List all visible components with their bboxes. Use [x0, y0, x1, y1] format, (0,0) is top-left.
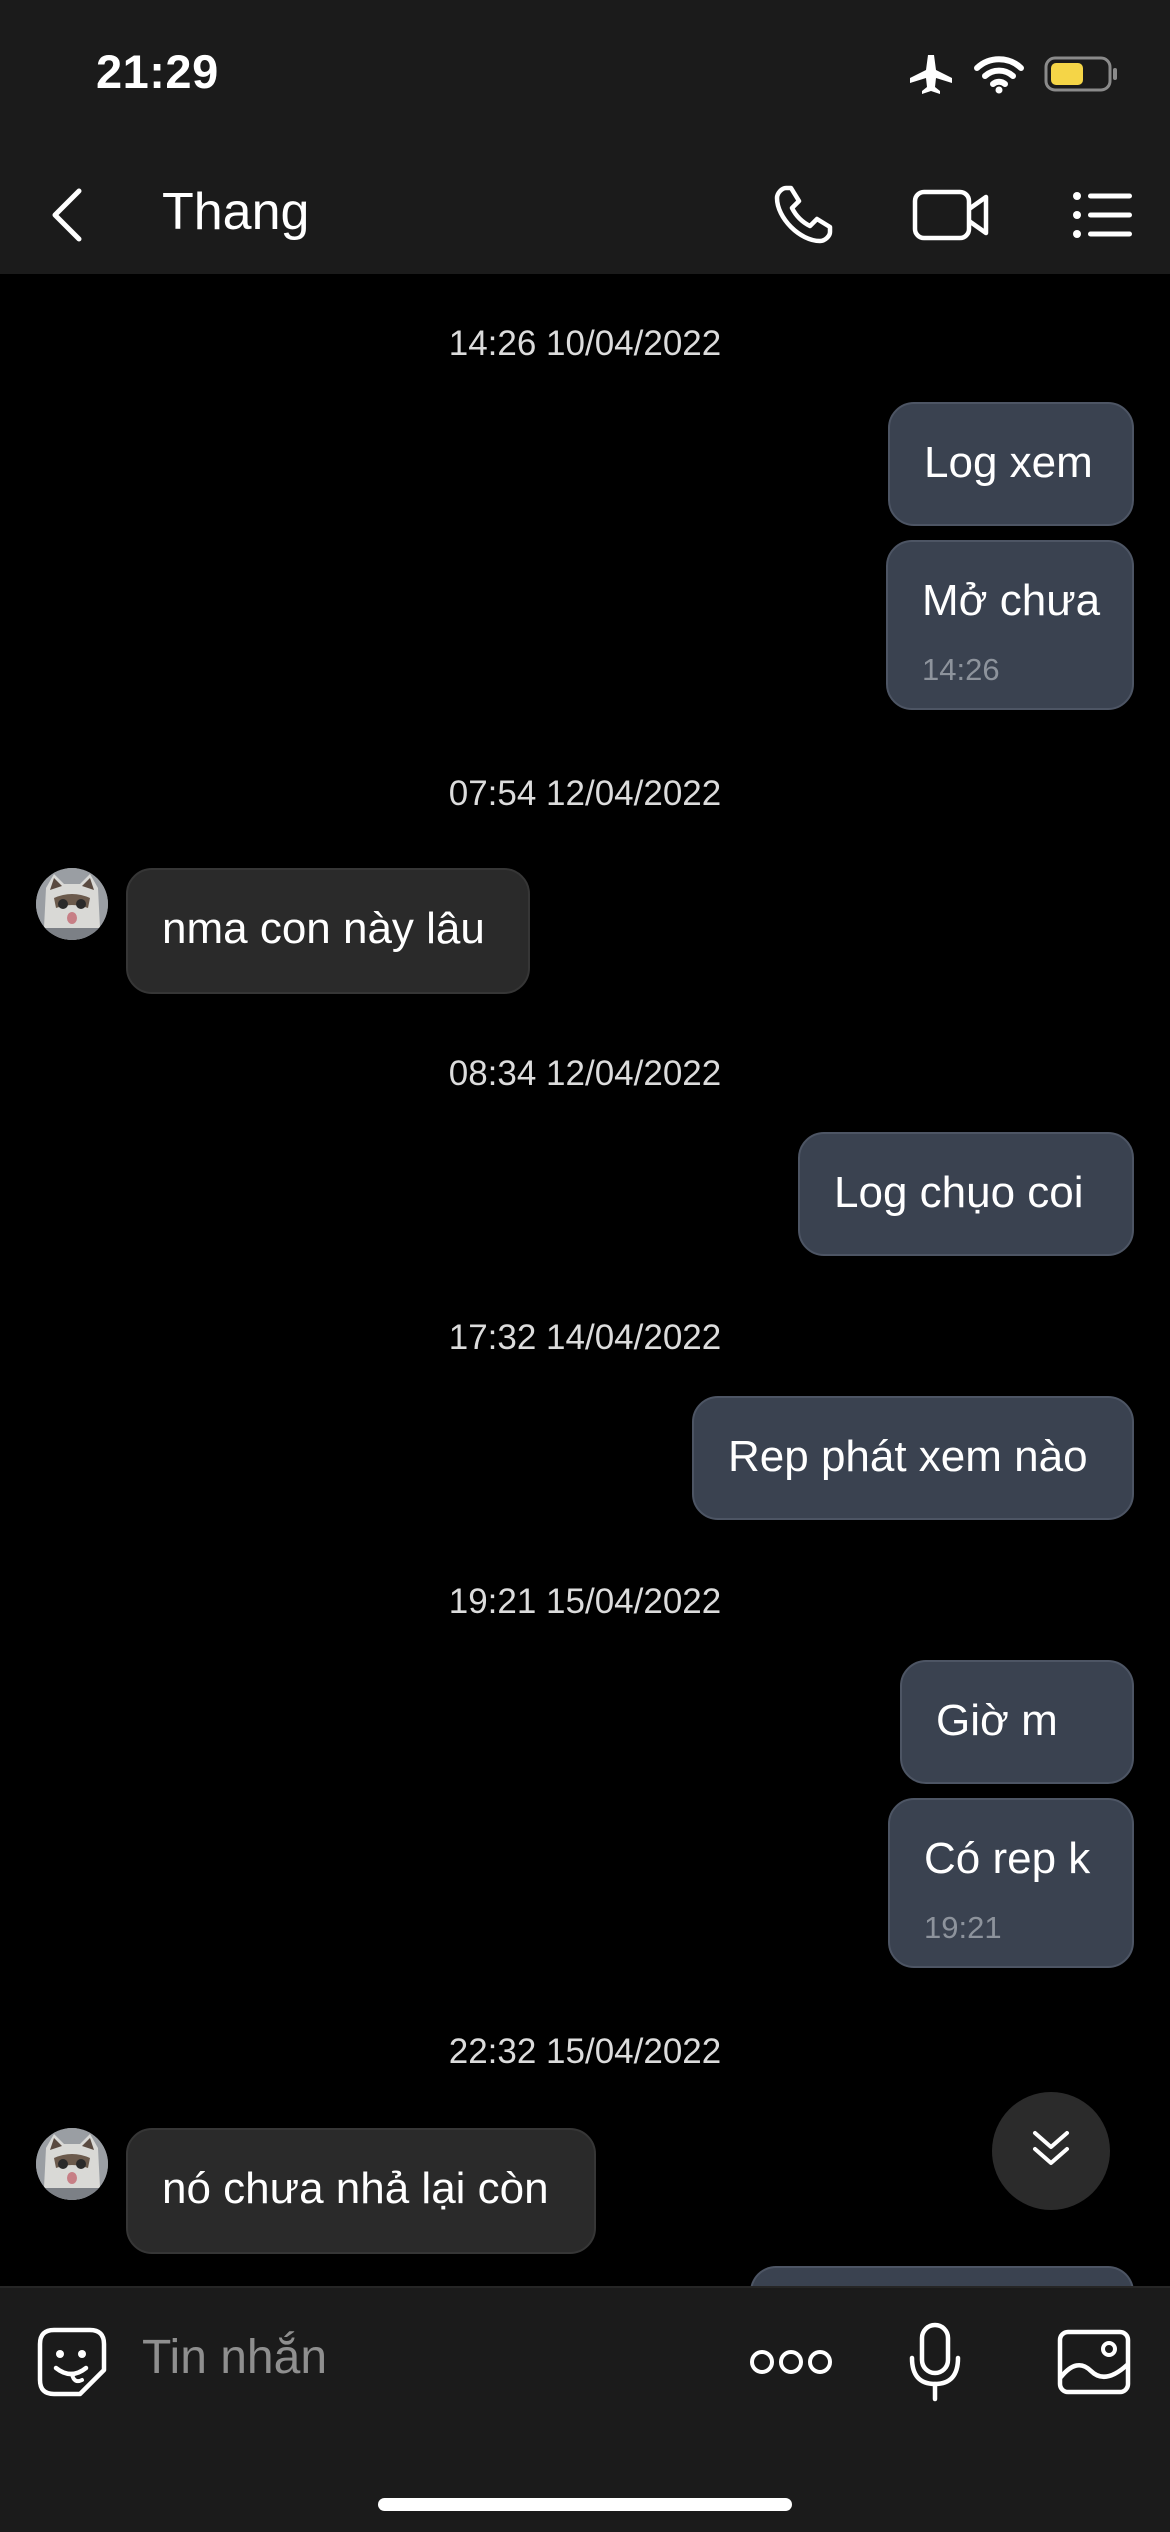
outgoing-message[interactable]: Mở chưa 14:26 [886, 540, 1134, 710]
outgoing-message[interactable]: Giờ m [900, 1660, 1134, 1784]
message-time: 19:21 [924, 1910, 1002, 1945]
message-text: Rep phát xem nào [728, 1432, 1088, 1481]
phone-icon [772, 184, 834, 251]
wifi-icon [974, 54, 1024, 94]
outgoing-message[interactable]: Log chụo coi [798, 1132, 1134, 1256]
scroll-to-bottom-button[interactable] [992, 2092, 1110, 2210]
outgoing-message[interactable]: Có rep k 19:21 [888, 1798, 1134, 1968]
message-text: Log xem [924, 438, 1093, 487]
cat-avatar-image [36, 868, 108, 940]
home-indicator[interactable] [378, 2498, 792, 2511]
message-text: Giờ m [936, 1696, 1058, 1745]
incoming-message[interactable]: nó chưa nhả lại còn [126, 2128, 596, 2254]
outgoing-message[interactable]: Rep phát xem nào [692, 1396, 1134, 1520]
video-camera-icon [912, 189, 990, 246]
outgoing-message[interactable]: Log xem [888, 402, 1134, 526]
date-separator: 19:21 15/04/2022 [448, 1582, 722, 1621]
image-icon [1057, 2329, 1131, 2400]
gallery-button[interactable] [1054, 2314, 1134, 2414]
status-time: 21:29 [96, 45, 219, 98]
double-chevron-down-icon [1029, 2127, 1073, 2176]
video-call-button[interactable] [910, 172, 992, 262]
top-bar: 21:29 Thang [0, 0, 1170, 274]
status-icons [908, 46, 1118, 102]
date-separator: 08:34 12/04/2022 [448, 1054, 722, 1093]
airplane-icon [908, 53, 954, 95]
microphone-icon [908, 2322, 962, 2407]
chat-screen: 21:29 Thang 14:26 10/04/2022 Log xem Mở … [0, 0, 1170, 2532]
avatar[interactable] [36, 868, 108, 940]
cat-avatar-image [36, 2128, 108, 2200]
sticker-button[interactable] [30, 2314, 114, 2414]
message-text: nma con này lâu [162, 904, 485, 953]
sticker-emoji-icon [36, 2326, 108, 2403]
voice-message-button[interactable] [900, 2314, 970, 2414]
more-options-button[interactable] [748, 2314, 834, 2414]
back-button[interactable] [36, 174, 96, 260]
date-separator: 14:26 10/04/2022 [448, 324, 722, 363]
message-text: Log chụo coi [834, 1168, 1084, 1217]
date-separator: 17:32 14/04/2022 [448, 1318, 722, 1357]
incoming-message[interactable]: nma con này lâu [126, 868, 530, 994]
avatar[interactable] [36, 2128, 108, 2200]
date-separator: 22:32 15/04/2022 [448, 2032, 722, 2071]
more-dots-icon [749, 2347, 833, 2382]
contact-name[interactable]: Thang [162, 182, 309, 242]
message-text: Có rep k [924, 1834, 1091, 1883]
outgoing-message-partial[interactable] [750, 2266, 1134, 2286]
list-menu-icon [1072, 191, 1134, 244]
date-separator: 07:54 12/04/2022 [448, 774, 722, 813]
chat-options-button[interactable] [1068, 172, 1138, 262]
battery-icon [1044, 56, 1118, 92]
back-chevron-icon [49, 187, 83, 248]
message-text: Mở chưa [922, 576, 1101, 625]
message-time: 14:26 [922, 652, 1000, 687]
call-button[interactable] [766, 172, 840, 262]
message-input[interactable]: Tin nhắn [142, 2330, 327, 2385]
message-composer: Tin nhắn [0, 2286, 1170, 2532]
message-list[interactable]: 14:26 10/04/2022 Log xem Mở chưa 14:26 0… [0, 274, 1170, 2286]
message-text: nó chưa nhả lại còn [162, 2164, 549, 2213]
chat-header: Thang [0, 160, 1170, 274]
